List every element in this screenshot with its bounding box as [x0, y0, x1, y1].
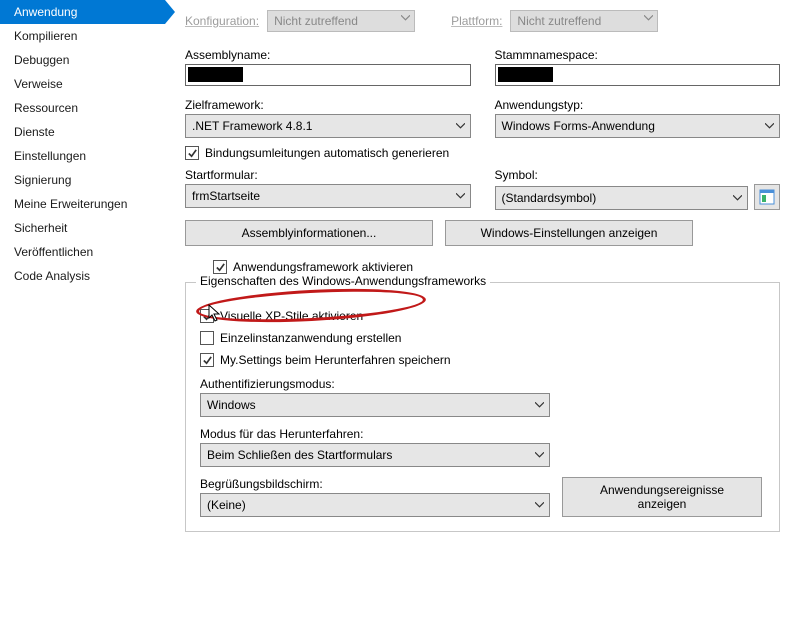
- symbol-label: Symbol:: [495, 168, 781, 182]
- binding-redirect-label: Bindungsumleitungen automatisch generier…: [205, 146, 449, 160]
- config-select: Nicht zutreffend: [267, 10, 415, 32]
- save-settings-checkbox[interactable]: [200, 353, 214, 367]
- tab-debuggen[interactable]: Debuggen: [0, 48, 165, 72]
- config-label: Konfiguration:: [185, 14, 259, 28]
- enable-app-framework-label: Anwendungsframework aktivieren: [233, 260, 413, 274]
- tab-kompilieren[interactable]: Kompilieren: [0, 24, 165, 48]
- platform-value: Nicht zutreffend: [517, 14, 601, 28]
- splash-value: (Keine): [207, 498, 246, 512]
- root-namespace-input[interactable]: [495, 64, 781, 86]
- tab-einstellungen[interactable]: Einstellungen: [0, 144, 165, 168]
- xp-styles-label: Visuelle XP-Stile aktivieren: [220, 309, 363, 323]
- platform-label: Plattform:: [451, 14, 502, 28]
- target-framework-label: Zielframework:: [185, 98, 471, 112]
- chevron-down-icon: [733, 195, 742, 201]
- tab-verweise[interactable]: Verweise: [0, 72, 165, 96]
- shutdown-mode-label: Modus für das Herunterfahren:: [200, 427, 765, 441]
- chevron-down-icon: [644, 15, 653, 21]
- start-form-select[interactable]: frmStartseite: [185, 184, 471, 208]
- platform-select: Nicht zutreffend: [510, 10, 658, 32]
- assembly-name-label: Assemblyname:: [185, 48, 471, 62]
- binding-redirect-checkbox[interactable]: [185, 146, 199, 160]
- app-type-label: Anwendungstyp:: [495, 98, 781, 112]
- symbol-select[interactable]: (Standardsymbol): [495, 186, 749, 210]
- chevron-down-icon: [456, 193, 465, 199]
- chevron-down-icon: [401, 15, 410, 21]
- tab-veroeffentlichen[interactable]: Veröffentlichen: [0, 240, 165, 264]
- auth-mode-select[interactable]: Windows: [200, 393, 550, 417]
- tab-sicherheit[interactable]: Sicherheit: [0, 216, 165, 240]
- splash-select[interactable]: (Keine): [200, 493, 550, 517]
- windows-settings-button[interactable]: Windows-Einstellungen anzeigen: [445, 220, 693, 246]
- window-preview-icon: [759, 189, 775, 205]
- tab-ressourcen[interactable]: Ressourcen: [0, 96, 165, 120]
- target-framework-select[interactable]: .NET Framework 4.8.1: [185, 114, 471, 138]
- chevron-down-icon: [535, 452, 544, 458]
- target-framework-value: .NET Framework 4.8.1: [192, 119, 312, 133]
- chevron-down-icon: [765, 123, 774, 129]
- chevron-down-icon: [535, 402, 544, 408]
- app-type-value: Windows Forms-Anwendung: [502, 119, 655, 133]
- config-value: Nicht zutreffend: [274, 14, 358, 28]
- chevron-down-icon: [535, 502, 544, 508]
- single-instance-label: Einzelinstanzanwendung erstellen: [220, 331, 401, 345]
- shutdown-mode-value: Beim Schließen des Startformulars: [207, 448, 392, 462]
- tab-signierung[interactable]: Signierung: [0, 168, 165, 192]
- assembly-name-input[interactable]: [185, 64, 471, 86]
- start-form-value: frmStartseite: [192, 189, 260, 203]
- xp-styles-checkbox[interactable]: [200, 309, 214, 323]
- app-framework-group-title: Eigenschaften des Windows-Anwendungsfram…: [196, 274, 490, 288]
- app-events-button[interactable]: Anwendungsereignisse anzeigen: [562, 477, 762, 517]
- start-form-label: Startformular:: [185, 168, 471, 182]
- enable-app-framework-checkbox[interactable]: [213, 260, 227, 274]
- tab-anwendung[interactable]: Anwendung: [0, 0, 165, 24]
- auth-mode-label: Authentifizierungsmodus:: [200, 377, 765, 391]
- symbol-value: (Standardsymbol): [502, 191, 597, 205]
- single-instance-checkbox[interactable]: [200, 331, 214, 345]
- tab-code-analysis[interactable]: Code Analysis: [0, 264, 165, 288]
- sidebar: Anwendung Kompilieren Debuggen Verweise …: [0, 0, 165, 620]
- tab-dienste[interactable]: Dienste: [0, 120, 165, 144]
- app-type-select[interactable]: Windows Forms-Anwendung: [495, 114, 781, 138]
- auth-mode-value: Windows: [207, 398, 256, 412]
- main-panel: Konfiguration: Nicht zutreffend Plattfor…: [165, 0, 790, 620]
- shutdown-mode-select[interactable]: Beim Schließen des Startformulars: [200, 443, 550, 467]
- app-framework-group: Eigenschaften des Windows-Anwendungsfram…: [185, 282, 780, 532]
- splash-label: Begrüßungsbildschirm:: [200, 477, 550, 491]
- tab-meine-erweiterungen[interactable]: Meine Erweiterungen: [0, 192, 165, 216]
- root-namespace-label: Stammnamespace:: [495, 48, 781, 62]
- config-platform-row: Konfiguration: Nicht zutreffend Plattfor…: [185, 10, 780, 32]
- browse-icon-button[interactable]: [754, 184, 780, 210]
- save-settings-label: My.Settings beim Herunterfahren speicher…: [220, 353, 451, 367]
- assembly-info-button[interactable]: Assemblyinformationen...: [185, 220, 433, 246]
- chevron-down-icon: [456, 123, 465, 129]
